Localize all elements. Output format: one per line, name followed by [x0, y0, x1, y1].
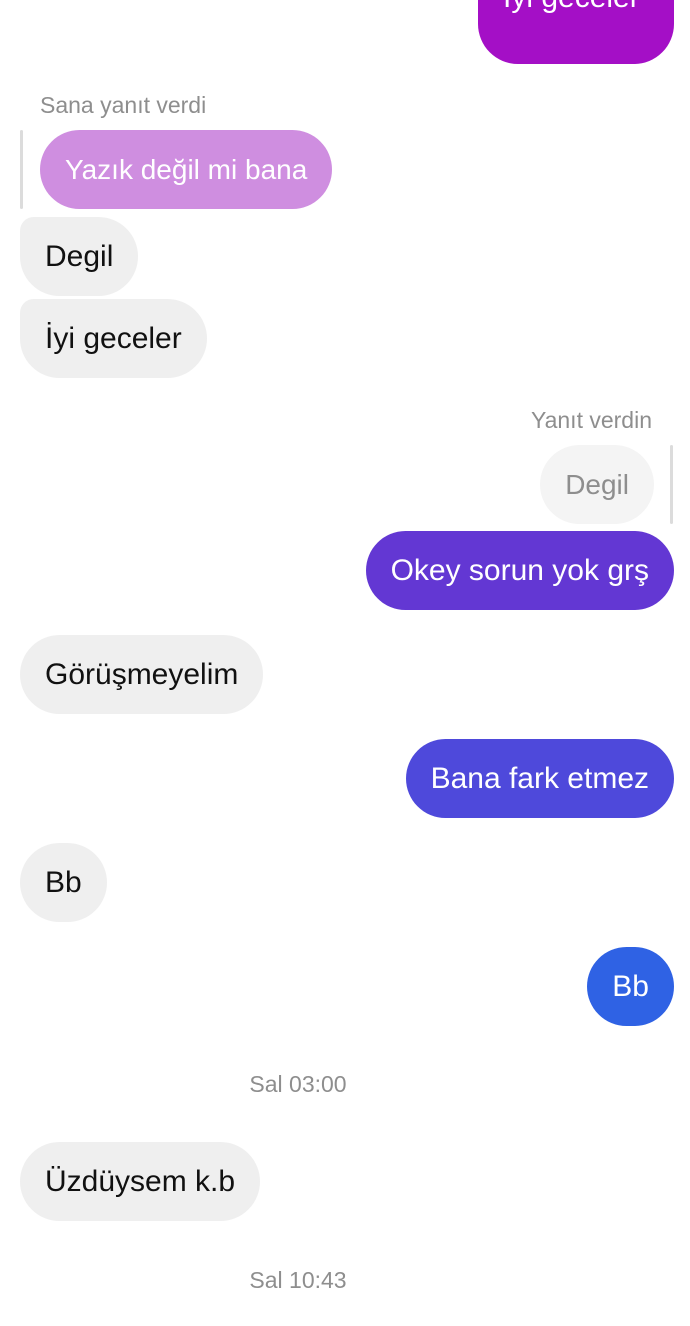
incoming-message[interactable]: Üzdüysem k.b	[20, 1142, 261, 1221]
incoming-message[interactable]: Bb	[20, 843, 107, 922]
message-text: Bana fark etmez	[430, 762, 649, 795]
message-text: Degil	[45, 240, 114, 273]
quoted-message[interactable]: Yazık değil mi bana	[40, 130, 333, 209]
message-text: İyi geceler	[503, 0, 640, 14]
message-text: Bb	[45, 866, 82, 899]
reply-label: Yanıt verdin	[530, 407, 652, 433]
message-text: Görüşmeyelim	[45, 658, 239, 691]
incoming-message[interactable]: Degil	[20, 217, 139, 296]
incoming-message[interactable]: Görüşmeyelim	[20, 635, 264, 714]
outgoing-message[interactable]: Bb	[587, 947, 674, 1026]
outgoing-message[interactable]: Okey sorun yok grş	[365, 531, 674, 610]
message-text: Yazık değil mi bana	[65, 154, 308, 185]
incoming-message[interactable]: İyi geceler	[20, 299, 207, 378]
message-text: İyi geceler	[45, 322, 182, 355]
reply-label: Sana yanıt verdi	[40, 92, 207, 118]
timestamp: Sal 03:00	[249, 1071, 347, 1097]
message-text: Degil	[565, 469, 629, 500]
quoted-message[interactable]: Degil	[540, 445, 654, 524]
chat-thread: İyi geceler Sana yanıt verdi Yazık değil…	[0, 0, 690, 1326]
outgoing-message[interactable]: Bana fark etmez	[405, 739, 674, 818]
outgoing-message-top[interactable]: İyi geceler	[478, 0, 674, 64]
timestamp: Sal 10:43	[249, 1267, 347, 1293]
message-text: Okey sorun yok grş	[390, 554, 649, 587]
reply-quote-bar	[20, 130, 23, 209]
message-text: Üzdüysem k.b	[45, 1165, 236, 1198]
reply-quote-bar	[670, 445, 673, 524]
message-text: Bb	[612, 970, 649, 1003]
